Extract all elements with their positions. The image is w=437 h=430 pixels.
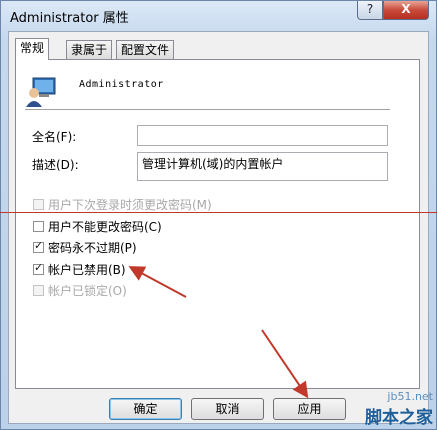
tab-general[interactable]: 常规	[15, 38, 50, 60]
annotation-arrows	[128, 266, 309, 399]
watermark-name: 脚本之家	[365, 408, 433, 428]
arrow-to-account-disabled	[128, 266, 187, 298]
watermark: jb51.net 脚本之家	[365, 390, 433, 428]
watermark-url: jb51.net	[387, 390, 433, 403]
arrow-to-apply	[261, 329, 309, 399]
